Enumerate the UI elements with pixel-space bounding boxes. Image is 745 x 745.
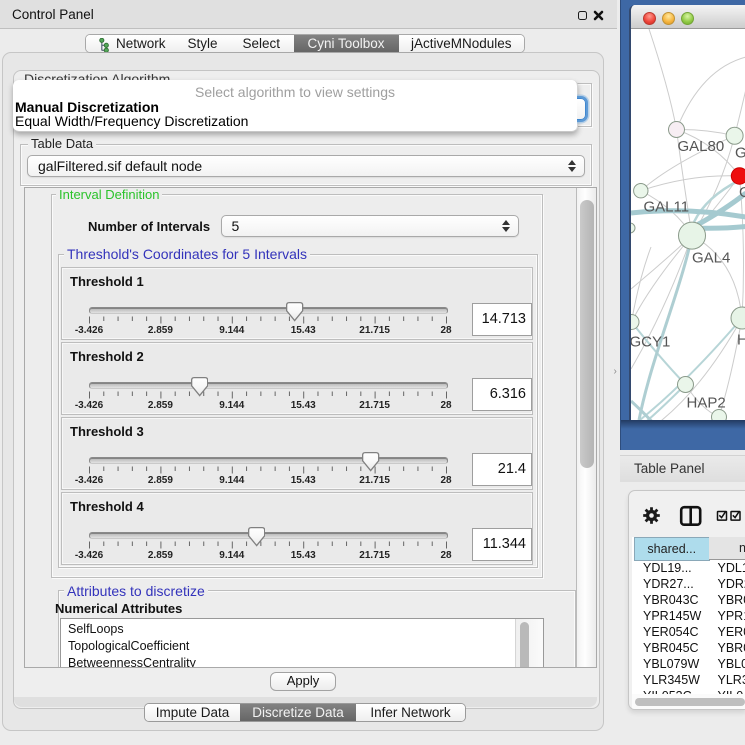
svg-text:GCY1: GCY1 bbox=[631, 334, 670, 351]
svg-text:GAL80: GAL80 bbox=[678, 138, 725, 155]
svg-text:GAL11: GAL11 bbox=[644, 199, 690, 216]
svg-text:HAP2: HAP2 bbox=[687, 395, 726, 412]
svg-text:GAL4: GAL4 bbox=[692, 250, 730, 267]
svg-text:G: G bbox=[739, 184, 745, 201]
svg-text:H: H bbox=[737, 332, 745, 349]
svg-text:G: G bbox=[735, 145, 745, 162]
